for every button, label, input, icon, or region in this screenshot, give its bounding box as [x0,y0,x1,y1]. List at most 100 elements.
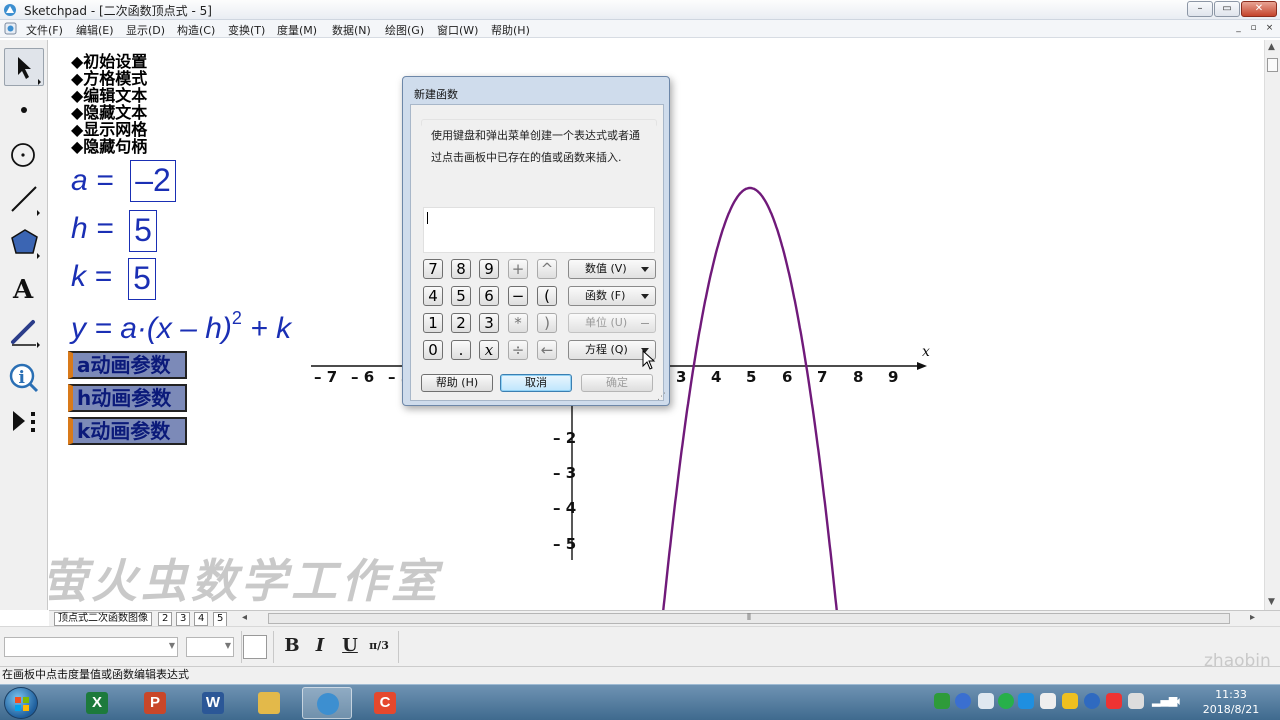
straightedge-tool[interactable] [4,180,44,218]
format-separator [273,631,274,663]
vertical-scrollbar[interactable]: ▲ ▼ [1264,40,1280,610]
taskbar-powerpoint[interactable]: P [130,687,180,719]
tray-help-icon[interactable] [955,693,971,709]
polygon-tool[interactable] [4,223,44,261]
page-tab-1[interactable]: 顶点式二次函数图像 [54,612,152,626]
menu-file[interactable]: 文件(F) [26,22,63,38]
key-backspace[interactable]: ← [537,340,557,360]
start-button[interactable] [4,687,38,719]
key-plus[interactable]: + [508,259,528,279]
expression-input[interactable] [423,207,655,253]
taskbar-explorer[interactable] [244,687,294,719]
page-tab-3[interactable]: 3 [176,612,191,626]
key-8[interactable]: 8 [451,259,471,279]
signal-icon[interactable]: ▂▄▆ [1152,693,1177,709]
font-family-select[interactable]: ▼ [4,637,178,657]
key-power[interactable]: ^ [537,259,557,279]
values-dropdown[interactable]: 数值 (V) [568,259,656,279]
menu-edit[interactable]: 编辑(E) [76,22,114,38]
page-tab-5[interactable]: 5 [213,612,228,626]
key-6[interactable]: 6 [479,286,499,306]
functions-dropdown[interactable]: 函数 (F) [568,286,656,306]
key-minus[interactable]: − [508,286,528,306]
format-separator [241,631,242,663]
tray-security-icon[interactable] [1062,693,1078,709]
compass-tool[interactable] [4,135,44,173]
taskbar-word[interactable]: W [188,687,238,719]
point-tool[interactable] [4,90,44,128]
custom-tool[interactable] [4,402,44,440]
tray-app-icon[interactable] [1018,693,1034,709]
help-button[interactable]: 帮助 (H) [421,374,493,392]
underline-button[interactable]: U [337,633,363,659]
taskbar-excel[interactable]: X [72,687,122,719]
menu-window[interactable]: 窗口(W) [437,22,478,38]
doc-restore-button[interactable]: ▫ [1247,22,1260,35]
bold-button[interactable]: B [279,633,305,659]
math-format-button[interactable]: π/3 [366,633,392,659]
menu-transform[interactable]: 变换(T) [228,22,265,38]
menu-measure[interactable]: 度量(M) [277,22,317,38]
key-close-paren[interactable]: ) [537,313,557,333]
folder-icon [258,692,280,714]
page-tab-2[interactable]: 2 [158,612,173,626]
arrow-select-tool[interactable] [4,48,44,86]
clock[interactable]: 11:33 2018/8/21 [1200,687,1262,717]
menu-help[interactable]: 帮助(H) [491,22,530,38]
font-size-dropdown-icon: ▼ [224,641,231,650]
scroll-up-icon[interactable]: ▲ [1268,42,1275,52]
tray-shield-icon[interactable] [1040,693,1056,709]
sketchpad-window: Sketchpad - [二次函数顶点式 - 5] – ▭ ✕ 文件(F) 编辑… [0,0,1280,720]
resize-grip-icon[interactable]: ⋰ [657,392,666,402]
text-color-button[interactable] [243,635,267,659]
taskbar-camtasia[interactable]: C [360,687,410,719]
tray-app-icon[interactable] [1106,693,1122,709]
menu-graph[interactable]: 绘图(G) [385,22,424,38]
hscroll-thumb[interactable]: ⦀ [268,613,1230,624]
new-function-dialog: 新建函数 使用键盘和弹出菜单创建一个表达式或者通过点击画板中已存在的值或函数来插… [402,76,670,406]
tray-network-icon[interactable] [978,693,994,709]
tray-wechat-icon[interactable] [998,693,1014,709]
tray-app-icon[interactable] [934,693,950,709]
doc-close-button[interactable]: × [1263,22,1276,35]
key-5[interactable]: 5 [451,286,471,306]
menu-construct[interactable]: 构造(C) [177,22,215,38]
menu-number[interactable]: 数据(N) [332,22,371,38]
hscroll-left-icon[interactable]: ◂ [242,612,247,623]
volume-icon[interactable]: 🔈︎ [1176,693,1192,709]
key-9[interactable]: 9 [479,259,499,279]
font-size-select[interactable]: ▼ [186,637,234,657]
page-tab-4[interactable]: 4 [194,612,209,626]
key-7[interactable]: 7 [423,259,443,279]
italic-button[interactable]: I [307,633,333,659]
information-tool-icon: i [9,363,39,393]
key-divide[interactable]: ÷ [508,340,528,360]
parabola-curve[interactable] [662,186,838,610]
key-x[interactable]: x [479,340,499,360]
tray-check-icon[interactable] [1084,693,1100,709]
key-2[interactable]: 2 [451,313,471,333]
key-3[interactable]: 3 [479,313,499,333]
key-0[interactable]: 0 [423,340,443,360]
cancel-button[interactable]: 取消 [500,374,572,392]
key-open-paren[interactable]: ( [537,286,557,306]
document-icon[interactable] [4,22,17,35]
key-1[interactable]: 1 [423,313,443,333]
taskbar-sketchpad[interactable] [302,687,352,719]
minimize-button[interactable]: – [1187,1,1213,17]
scroll-down-icon[interactable]: ▼ [1268,597,1275,607]
key-multiply[interactable]: * [508,313,528,333]
key-decimal[interactable]: . [451,340,471,360]
vscroll-thumb[interactable] [1267,58,1278,72]
information-tool[interactable]: i [4,358,44,396]
hscroll-right-icon[interactable]: ▸ [1250,612,1255,623]
maximize-button[interactable]: ▭ [1214,1,1240,17]
marker-tool[interactable] [4,312,44,350]
menu-display[interactable]: 显示(D) [126,22,165,38]
tray-app-icon[interactable] [1128,693,1144,709]
text-tool[interactable]: A [4,268,44,306]
close-button[interactable]: ✕ [1241,1,1277,17]
dialog-body: 使用键盘和弹出菜单创建一个表达式或者通过点击画板中已存在的值或函数来插入. 7 … [410,104,664,401]
key-4[interactable]: 4 [423,286,443,306]
doc-minimize-button[interactable]: _ [1232,22,1245,35]
